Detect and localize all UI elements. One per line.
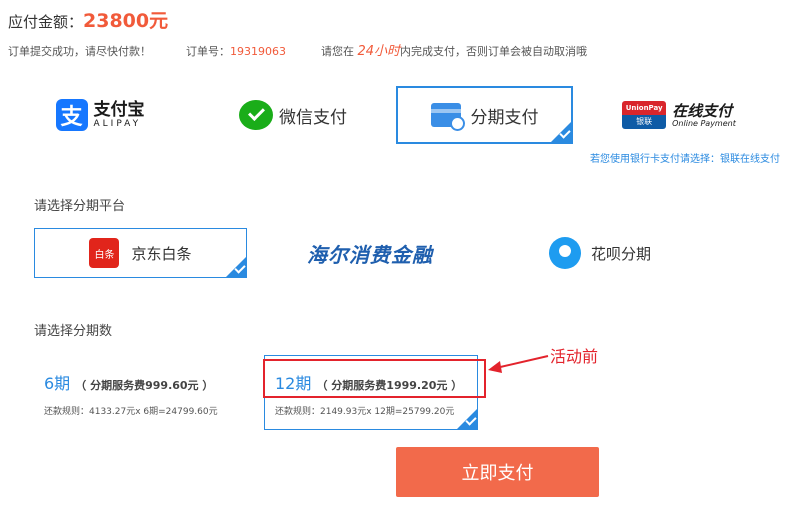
period-fee: （ 分期服务费999.60元 ） (75, 379, 214, 392)
annotation-highlight-box (263, 359, 486, 398)
installment-label: 分期支付 (470, 107, 539, 128)
alipay-logo-icon: 支 (55, 99, 88, 131)
platform-section-title: 请选择分期平台 (34, 199, 126, 214)
deadline-hours: 24小时 (357, 44, 401, 59)
selected-check-icon (225, 256, 247, 278)
online-pay-label-en: Online Payment (672, 118, 736, 128)
deadline-suffix: 内完成支付，否则订单会被自动取消哦 (400, 45, 588, 58)
wechat-logo-icon (239, 100, 273, 130)
unionpay-logo-text: UnionPay (622, 101, 667, 115)
deadline-prefix: 请您在 (321, 45, 354, 58)
period-name: 6期 (44, 374, 71, 393)
jd-baitiao-icon: 白条 (89, 238, 120, 268)
platform-option-haier[interactable]: 海尔消费金融 (300, 228, 440, 278)
unionpay-logo-cn: 银联 (622, 115, 667, 129)
order-number: 19319063 (230, 45, 286, 58)
bank-card-tip[interactable]: 若您使用银行卡支付请选择：银联在线支付 (590, 150, 780, 165)
annotation-label: 活动前 (550, 347, 599, 366)
wechat-label: 微信支付 (279, 107, 347, 128)
amount-value: 23800元 (83, 10, 169, 32)
amount-line: 应付金额：23800元 (8, 6, 168, 33)
submit-success-text: 订单提交成功，请尽快付款！ (8, 45, 151, 58)
period-rule: 还款规则：2149.93元x 12期=25799.20元 (275, 407, 455, 417)
huabei-label: 花呗分期 (590, 244, 651, 263)
installment-card-icon (430, 103, 465, 131)
online-pay-label: 在线支付 (672, 101, 733, 120)
platform-option-jd[interactable]: 白条 京东白条 (34, 228, 247, 278)
period-section-title: 请选择分期数 (34, 324, 113, 339)
jd-baitiao-label: 京东白条 (131, 244, 192, 263)
order-number-label: 订单号： (186, 45, 230, 58)
annotation-arrow-icon (488, 355, 549, 373)
selected-check-icon (456, 408, 478, 430)
unionpay-logo-icon: UnionPay 银联 (622, 101, 667, 129)
period-rule: 还款规则：4133.27元x 6期=24799.60元 (44, 407, 218, 417)
order-notice: 订单提交成功，请尽快付款！ 订单号：19319063 请您在 24小时内完成支付… (8, 40, 587, 59)
platform-option-huabei[interactable]: 花呗分期 (540, 228, 660, 278)
period-option-6[interactable]: 6期 （ 分期服务费999.60元 ） 还款规则：4133.27元x 6期=24… (34, 356, 244, 430)
huabei-logo-icon (548, 237, 581, 269)
amount-label: 应付金额： (8, 13, 84, 31)
haier-finance-logo: 海尔消费金融 (307, 242, 433, 267)
pay-option-unionpay[interactable]: UnionPay 银联 在线支付 Online Payment (614, 86, 744, 144)
pay-option-wechat[interactable]: 微信支付 (228, 86, 358, 144)
alipay-label-en: ALIPAY (93, 119, 142, 129)
selected-check-icon (550, 121, 572, 143)
pay-now-button[interactable]: 立即支付 (396, 447, 599, 497)
alipay-label: 支付宝 (93, 100, 145, 120)
pay-option-installment[interactable]: 分期支付 (396, 86, 573, 144)
pay-option-alipay[interactable]: 支 支付宝 ALIPAY (40, 86, 160, 144)
